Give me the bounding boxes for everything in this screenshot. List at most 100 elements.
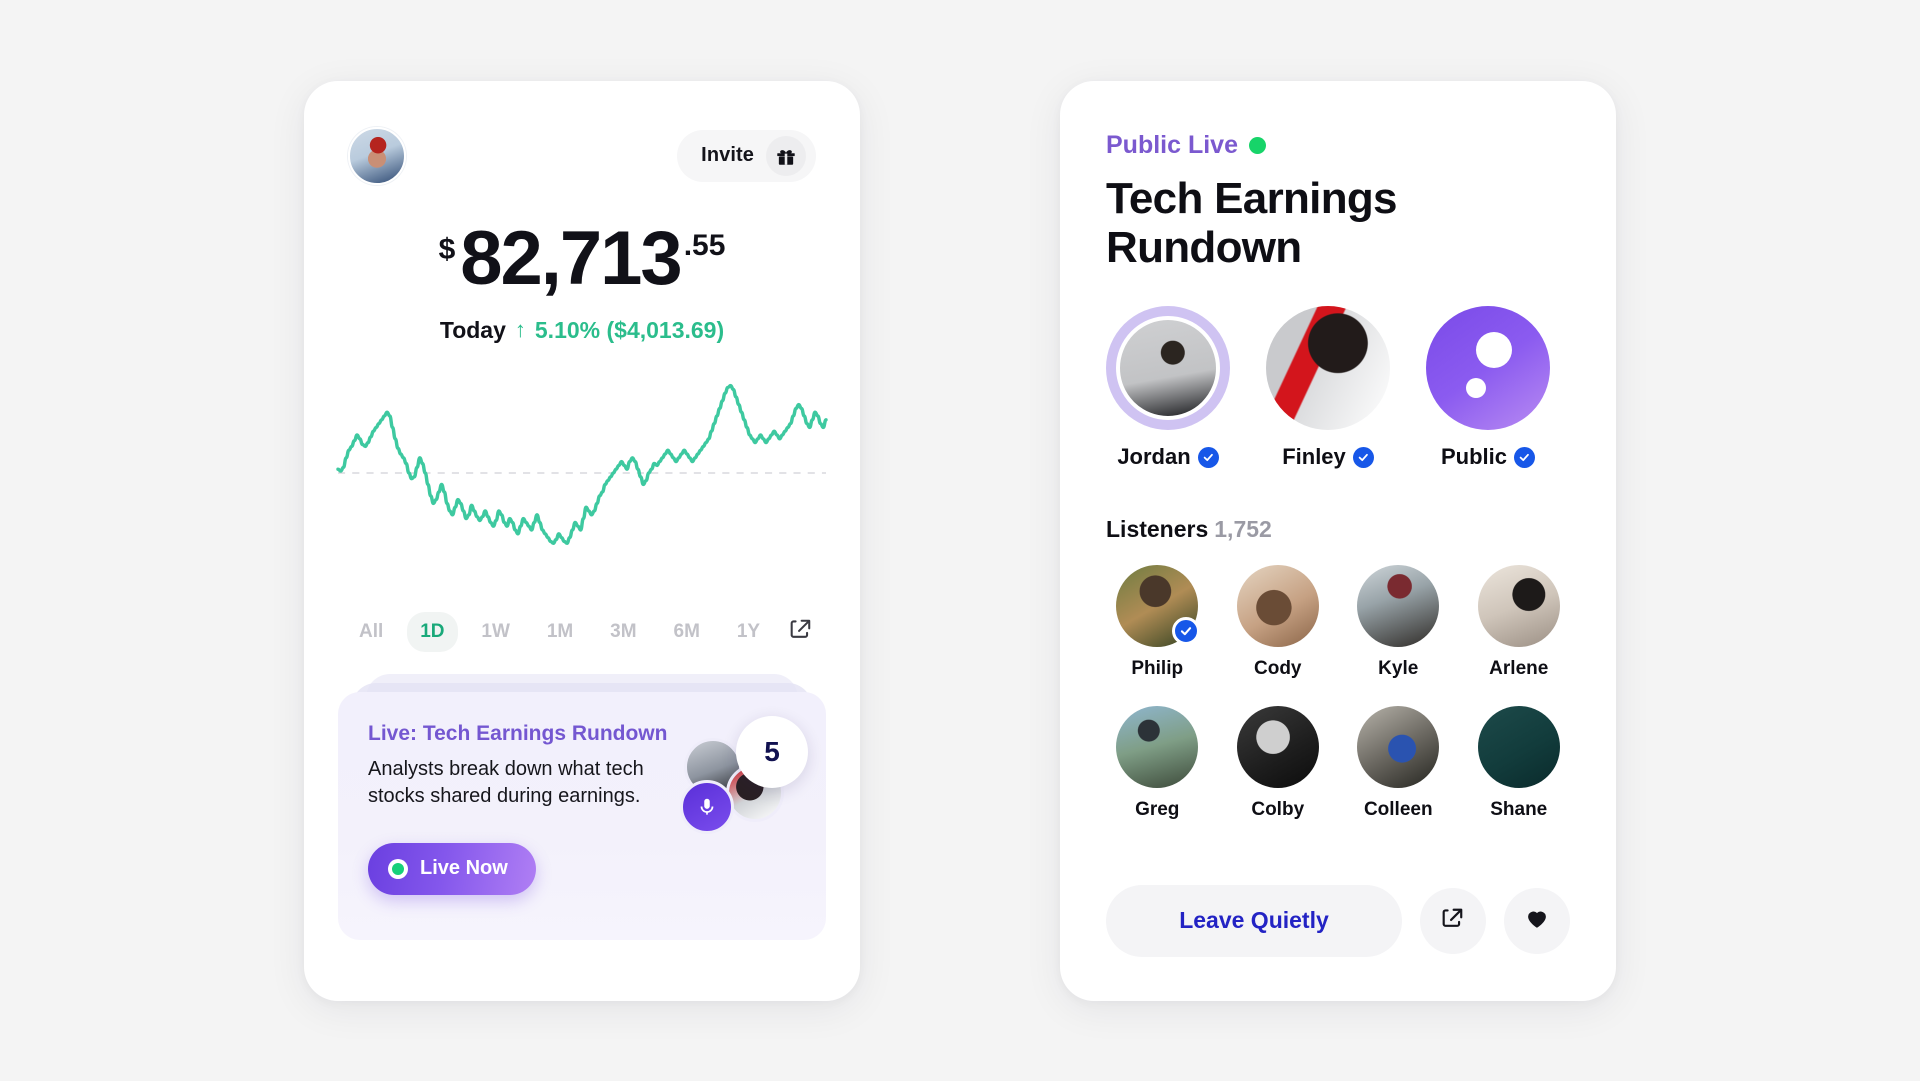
today-change: 5.10% ($4,013.69) — [534, 316, 725, 343]
range-3m[interactable]: 3M — [597, 612, 649, 652]
room-status-label: Public Live — [1106, 130, 1238, 159]
listener-name: Colleen — [1363, 799, 1433, 821]
listener-colleen[interactable]: Colleen — [1347, 706, 1450, 821]
verified-badge-icon — [1352, 446, 1374, 468]
verified-badge-icon — [1197, 446, 1219, 468]
listener-avatar-wrap — [1477, 706, 1560, 789]
speaker-name-row: Jordan — [1106, 444, 1230, 470]
chart-share-button[interactable] — [784, 615, 818, 649]
like-button[interactable] — [1504, 887, 1570, 954]
listener-avatar — [1357, 565, 1440, 648]
verified-badge-icon — [1172, 617, 1201, 646]
invite-button-label: Invite — [701, 144, 754, 166]
invite-button[interactable]: Invite — [677, 129, 816, 182]
speaker-name: Public — [1440, 444, 1507, 470]
leave-quietly-label: Leave Quietly — [1179, 907, 1329, 933]
time-range-selector[interactable]: All 1D 1W 1M 3M 6M 1Y — [304, 611, 860, 652]
speaker-avatar-ring — [1266, 306, 1390, 431]
balance-block: $ 82,713 .55 Today ↑ 5.10% ($4,013.69) — [304, 215, 860, 344]
portfolio-header: Invite — [304, 125, 860, 187]
listener-cody[interactable]: Cody — [1227, 565, 1330, 680]
listener-avatar — [1116, 706, 1199, 789]
microphone-icon — [680, 779, 734, 834]
live-session-card[interactable]: Live: Tech Earnings Rundown Analysts bre… — [338, 691, 826, 940]
speaker-avatar — [1116, 316, 1220, 421]
listeners-label: Listeners — [1106, 516, 1209, 543]
listener-name: Colby — [1251, 799, 1305, 821]
room-status: Public Live — [1106, 131, 1570, 160]
speaker-finley[interactable]: Finley — [1266, 306, 1390, 470]
range-1d[interactable]: 1D — [407, 611, 458, 652]
listener-avatar — [1236, 706, 1319, 789]
app-canvas: Invite $ 82,713 .55 Today ↑ 5.10% ($4,01… — [0, 0, 1920, 1081]
speaker-avatar-ring — [1426, 306, 1550, 431]
speaker-name-row: Public — [1426, 444, 1550, 470]
daily-change-row: Today ↑ 5.10% ($4,013.69) — [304, 317, 860, 344]
balance-whole: 82,713 — [460, 215, 682, 301]
listener-shane[interactable]: Shane — [1468, 706, 1571, 821]
live-status-dot-icon — [1248, 136, 1266, 154]
speaker-avatar — [1266, 306, 1390, 431]
speaker-public[interactable]: Public — [1426, 306, 1550, 470]
participant-count-badge: 5 — [736, 715, 808, 788]
live-speaker-bubbles: 5 — [680, 715, 808, 838]
share-icon — [788, 616, 814, 647]
listeners-count: 1,752 — [1214, 516, 1272, 543]
listener-avatar — [1236, 565, 1319, 648]
live-card-stack: Live: Tech Earnings Rundown Analysts bre… — [338, 673, 826, 940]
listener-name: Cody — [1254, 658, 1302, 680]
balance-cents: .55 — [683, 228, 726, 262]
speaker-name-row: Finley — [1266, 444, 1390, 470]
heart-icon — [1524, 905, 1550, 936]
verified-badge-icon — [1514, 446, 1535, 468]
today-label: Today — [439, 316, 506, 343]
share-button[interactable] — [1420, 887, 1486, 954]
room-actions: Leave Quietly — [1106, 884, 1570, 957]
live-room-card: Public Live Tech Earnings Rundown Jordan… — [1060, 80, 1616, 1001]
trend-up-icon: ↑ — [514, 317, 526, 342]
listeners-header: Listeners 1,752 — [1106, 516, 1570, 543]
balance-amount: $ 82,713 .55 — [438, 215, 726, 301]
listener-avatar — [1477, 565, 1560, 648]
range-1w[interactable]: 1W — [468, 612, 523, 652]
speaker-name: Jordan — [1117, 444, 1191, 470]
listener-name: Greg — [1135, 799, 1180, 821]
speakers-list: Jordan Finley Public — [1106, 306, 1570, 470]
speaker-name: Finley — [1282, 444, 1346, 470]
range-1y[interactable]: 1Y — [724, 612, 773, 652]
chart-line — [336, 383, 828, 545]
listener-avatar-wrap — [1116, 565, 1201, 648]
avatar[interactable] — [348, 126, 406, 185]
room-title: Tech Earnings Rundown — [1106, 173, 1398, 272]
listener-name: Kyle — [1378, 658, 1419, 680]
listener-colby[interactable]: Colby — [1227, 706, 1330, 821]
speaker-jordan[interactable]: Jordan — [1106, 306, 1230, 470]
range-all[interactable]: All — [346, 612, 396, 652]
listener-avatar — [1357, 706, 1440, 789]
live-now-button[interactable]: Live Now — [368, 842, 536, 895]
listener-avatar-wrap — [1477, 565, 1560, 648]
listener-name: Philip — [1131, 658, 1184, 680]
listener-avatar — [1477, 706, 1560, 789]
range-1m[interactable]: 1M — [534, 612, 586, 652]
portfolio-card: Invite $ 82,713 .55 Today ↑ 5.10% ($4,01… — [304, 80, 860, 1001]
listener-philip[interactable]: Philip — [1106, 565, 1209, 680]
live-now-label: Live Now — [420, 857, 508, 880]
portfolio-chart-svg — [336, 383, 828, 545]
leave-quietly-button[interactable]: Leave Quietly — [1106, 884, 1402, 957]
share-icon — [1440, 905, 1466, 936]
portfolio-chart[interactable] — [304, 378, 860, 568]
listener-name: Arlene — [1489, 658, 1549, 680]
listener-name: Shane — [1490, 799, 1548, 821]
listener-greg[interactable]: Greg — [1106, 706, 1209, 821]
live-session-description: Analysts break down what tech stocks sha… — [368, 757, 644, 808]
listener-kyle[interactable]: Kyle — [1347, 565, 1450, 680]
range-6m[interactable]: 6M — [661, 612, 713, 652]
speaker-avatar-ring — [1106, 306, 1230, 431]
speaker-avatar — [1426, 306, 1550, 431]
listener-arlene[interactable]: Arlene — [1468, 565, 1571, 680]
gift-icon — [766, 135, 806, 176]
listener-avatar-wrap — [1357, 706, 1440, 789]
balance-currency: $ — [438, 232, 456, 266]
live-indicator-icon — [388, 858, 408, 879]
